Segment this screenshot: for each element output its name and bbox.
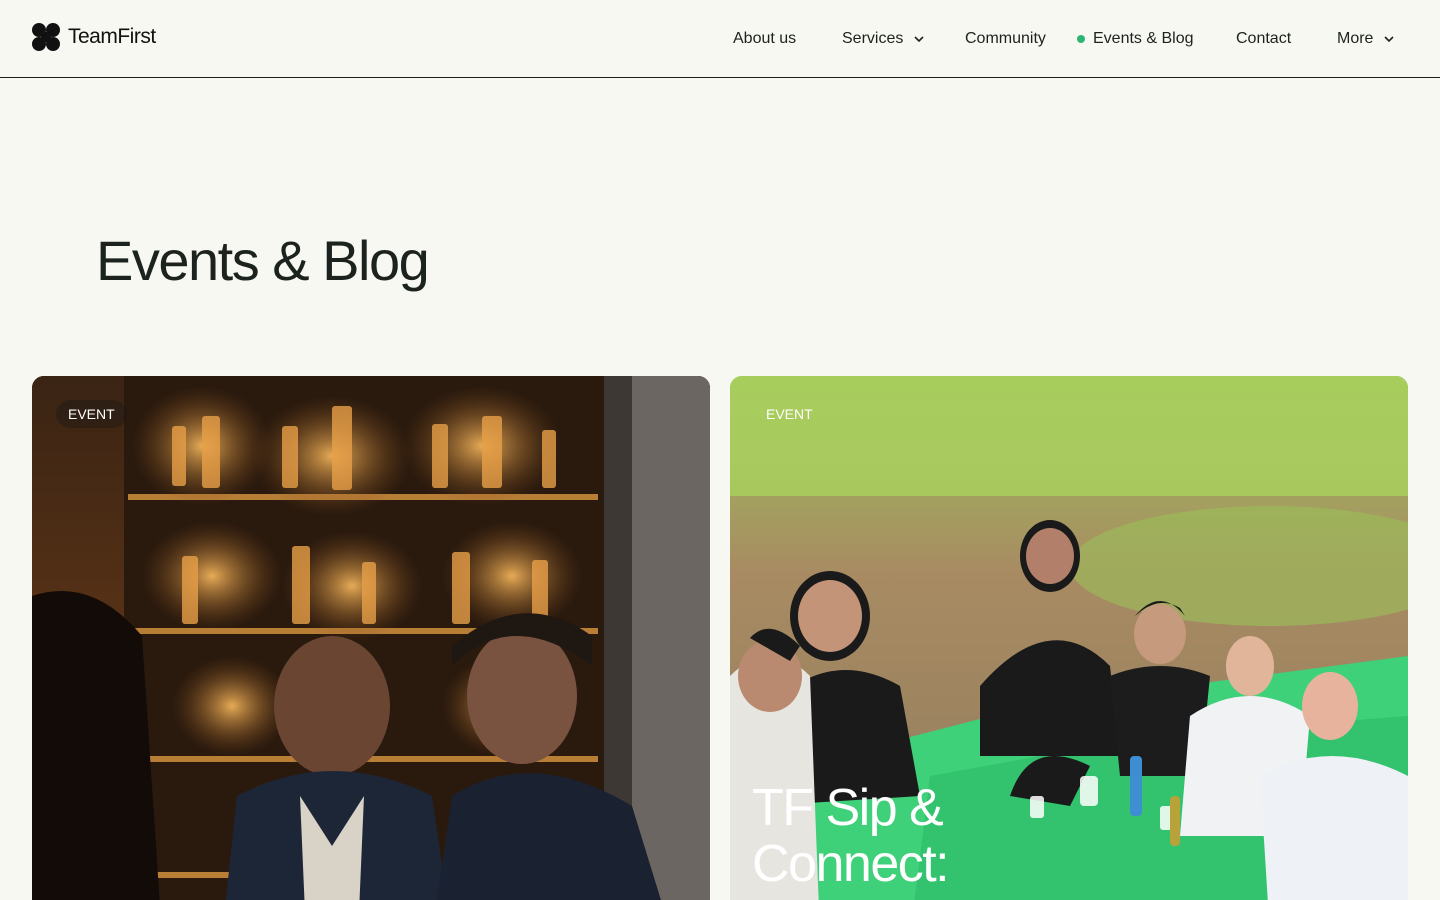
- nav-label: Contact: [1236, 30, 1292, 47]
- nav-services[interactable]: Services: [842, 30, 925, 48]
- brand-logo[interactable]: TeamFirst: [32, 23, 156, 51]
- event-badge: EVENT: [766, 406, 813, 422]
- nav-label: More: [1337, 30, 1374, 47]
- event-card[interactable]: EVENT TF Sip & Connect:: [730, 376, 1408, 900]
- top-navigation-bar: TeamFirst About us Services Community Ev…: [0, 0, 1440, 78]
- chevron-down-icon: [914, 36, 924, 43]
- nav-about-us[interactable]: About us: [733, 30, 796, 48]
- nav-more[interactable]: More: [1337, 30, 1395, 48]
- nav-contact[interactable]: Contact: [1236, 30, 1291, 48]
- nav-community[interactable]: Community: [965, 30, 1046, 48]
- chevron-down-icon: [1384, 36, 1395, 43]
- event-card[interactable]: EVENT: [32, 376, 710, 900]
- nav-label: About us: [733, 30, 797, 47]
- event-badge: EVENT: [56, 400, 127, 428]
- event-title: TF Sip & Connect:: [752, 779, 950, 893]
- brand-name: TeamFirst: [68, 25, 156, 48]
- nav-events-blog[interactable]: Events & Blog: [1077, 30, 1194, 48]
- nav-label: Services: [842, 30, 904, 47]
- active-indicator-dot: [1077, 35, 1085, 43]
- nav-label: Community: [965, 30, 1046, 47]
- nav-label: Events & Blog: [1093, 30, 1194, 47]
- event-photo: [32, 376, 710, 900]
- page-title: Events & Blog: [96, 229, 430, 292]
- teamfirst-logo-icon: [32, 23, 60, 51]
